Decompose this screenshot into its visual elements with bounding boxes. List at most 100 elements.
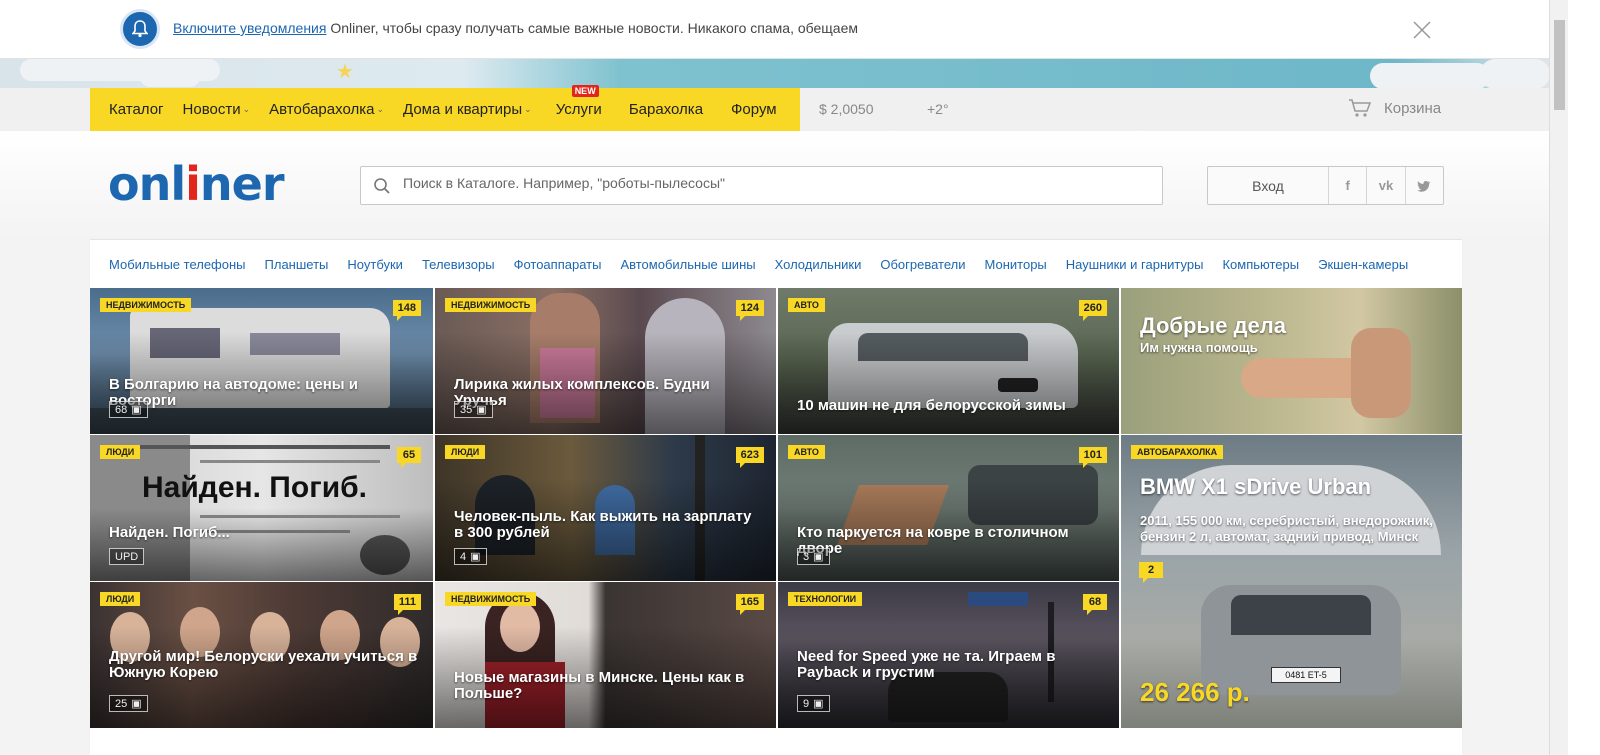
camera-icon: ▣ — [131, 698, 142, 710]
catalog-category-link[interactable]: Мобильные телефоны — [109, 257, 246, 272]
menu-item[interactable]: Дома и квартиры ⌄ — [384, 101, 532, 118]
tile-title[interactable]: Человек-пыль. Как выжить на зарплату в 3… — [454, 509, 762, 541]
news-tile[interactable]: Найден. Погиб. люди 65 Найден. Погиб... … — [90, 435, 433, 581]
news-tile[interactable]: люди 111 Другой мир! Белоруски уехали уч… — [90, 582, 433, 728]
tile-title[interactable]: Другой мир! Белоруски уехали учиться в Ю… — [109, 649, 419, 681]
login-button[interactable]: Вход — [1208, 167, 1329, 204]
page-scrollbar[interactable] — [1549, 0, 1568, 755]
vk-icon[interactable]: vk — [1367, 167, 1406, 204]
catalog-category-link[interactable]: Мониторы — [985, 257, 1047, 272]
cart-icon — [1349, 99, 1372, 117]
camera-icon: ▣ — [813, 551, 824, 563]
menu-item[interactable]: Услуги NEW — [532, 85, 602, 118]
tile-title[interactable]: Кто паркуется на ковре в столичном дворе — [797, 525, 1105, 557]
category-tag[interactable]: недвижимость — [445, 298, 537, 312]
car-price: 26 266 р. — [1140, 677, 1250, 707]
menu-item-label: Дома и квартиры — [403, 101, 523, 118]
promo-banner[interactable]: ★ — [0, 59, 1549, 89]
tile-title[interactable]: Найден. Погиб... — [109, 525, 419, 541]
menu-item[interactable]: Форум — [703, 101, 777, 118]
star-icon: ★ — [336, 61, 354, 83]
currency-rate[interactable]: $ 2,0050 — [819, 101, 874, 117]
comments-count[interactable]: 623 — [735, 447, 764, 468]
logo-text-right: ner — [199, 157, 285, 211]
close-icon[interactable] — [1412, 20, 1432, 40]
category-tag[interactable]: люди — [445, 445, 486, 459]
twitter-icon[interactable] — [1406, 167, 1443, 204]
news-grid: недвижимость 148 В Болгарию на автодоме:… — [90, 288, 1462, 728]
menu-item[interactable]: Барахолка — [602, 101, 703, 118]
chevron-down-icon: ⌄ — [524, 104, 532, 114]
news-tile[interactable]: недвижимость 165 Новые магазины в Минске… — [435, 582, 776, 728]
main-menu: Каталог Новости ⌄ Автобарахолка ⌄ Дома и квар… — [90, 85, 800, 131]
catalog-category-link[interactable]: Ноутбуки — [347, 257, 403, 272]
scrollbar-thumb[interactable] — [1554, 20, 1565, 110]
chevron-down-icon: ⌄ — [242, 104, 251, 114]
comments-count[interactable]: 165 — [735, 594, 764, 615]
category-tag[interactable]: авто — [788, 445, 825, 459]
category-tag[interactable]: люди — [100, 445, 141, 459]
comments-count[interactable]: 148 — [392, 300, 421, 321]
catalog-category-link[interactable]: Телевизоры — [422, 257, 495, 272]
comments-count[interactable]: 111 — [393, 594, 421, 615]
comments-count[interactable]: 68 — [1083, 594, 1107, 615]
search-input[interactable] — [403, 175, 1143, 191]
catalog-categories: Мобильные телефоны Планшеты Ноутбуки Телеви… — [90, 239, 1462, 288]
category-tag[interactable]: автобарахолка — [1131, 445, 1224, 459]
bell-icon — [120, 9, 160, 49]
menu-item[interactable]: Каталог — [90, 101, 164, 118]
photo-count-value: 4 — [460, 550, 467, 563]
menu-item[interactable]: Автобарахолка ⌄ — [250, 101, 384, 118]
catalog-category-link[interactable]: Холодильники — [775, 257, 862, 272]
promo-tile[interactable]: Добрые дела Им нужна помощь — [1121, 288, 1462, 434]
logo-text-red: i — [185, 157, 201, 211]
tile-title[interactable]: Новые магазины в Минске. Цены как в Поль… — [454, 670, 762, 702]
comments-count[interactable]: 101 — [1078, 447, 1107, 468]
photo-count-badge: 2 — [1139, 562, 1163, 583]
search-box[interactable] — [360, 166, 1163, 205]
menu-item-label: Каталог — [109, 101, 164, 118]
news-tile[interactable]: люди 623 Человек-пыль. Как выжить на зар… — [435, 435, 776, 581]
poster-headline: Найден. Погиб. — [142, 471, 367, 504]
tile-title[interactable]: Добрые дела — [1140, 314, 1448, 338]
news-tile[interactable]: авто 260 10 машин не для белорусской зим… — [778, 288, 1119, 434]
onliner-logo[interactable]: onliner — [108, 157, 285, 211]
menu-item-label: Услуги — [555, 101, 602, 118]
category-tag[interactable]: недвижимость — [100, 298, 192, 312]
news-tile[interactable]: технологии 68 Need for Speed уже не та. … — [778, 582, 1119, 728]
tile-title[interactable]: Лирика жилых комплексов. Будни Уручья — [454, 377, 762, 409]
cart-button[interactable]: Корзина — [1348, 98, 1441, 118]
comments-count[interactable]: 65 — [397, 447, 421, 468]
catalog-category-link[interactable]: Автомобильные шины — [620, 257, 755, 272]
category-tag[interactable]: авто — [788, 298, 825, 312]
news-tile[interactable]: недвижимость 124 Лирика жилых комплексов… — [435, 288, 776, 434]
car-ad-tile[interactable]: 0481 ET-5 автобарахолка BMW X1 sDrive Ur… — [1121, 435, 1462, 728]
facebook-icon[interactable]: f — [1329, 167, 1368, 204]
catalog-category-link[interactable]: Экшен-камеры — [1318, 257, 1408, 272]
camera-icon: ▣ — [476, 404, 487, 416]
menu-item[interactable]: Новости ⌄ — [164, 101, 251, 118]
catalog-category-link[interactable]: Планшеты — [265, 257, 329, 272]
catalog-category-link[interactable]: Наушники и гарнитуры — [1066, 257, 1204, 272]
catalog-category-link[interactable]: Компьютеры — [1222, 257, 1299, 272]
catalog-category-link[interactable]: Фотоаппараты — [514, 257, 602, 272]
catalog-category-link[interactable]: Обогреватели — [880, 257, 965, 272]
tile-title[interactable]: 10 машин не для белорусской зимы — [797, 398, 1105, 414]
news-tile[interactable]: авто 101 Кто паркуется на ковре в столич… — [778, 435, 1119, 581]
category-tag[interactable]: технологии — [788, 592, 863, 606]
comments-count[interactable]: 260 — [1078, 300, 1107, 321]
logo-text-left: onl — [108, 157, 186, 211]
photo-count-value: 35 — [460, 403, 473, 416]
tile-title[interactable]: BMW X1 sDrive Urban — [1140, 475, 1448, 499]
enable-notifications-link[interactable]: Включите уведомления — [173, 20, 326, 36]
auth-buttons: Вход f vk — [1207, 166, 1444, 205]
menu-item-label: Автобарахолка — [269, 101, 375, 118]
comments-count[interactable]: 124 — [735, 300, 764, 321]
news-tile[interactable]: недвижимость 148 В Болгарию на автодоме:… — [90, 288, 433, 434]
camera-icon: ▣ — [131, 404, 142, 416]
weather-temperature[interactable]: +2° — [927, 101, 949, 117]
tile-title[interactable]: Need for Speed уже не та. Играем в Payba… — [797, 649, 1105, 681]
tile-title[interactable]: В Болгарию на автодоме: цены и восторги — [109, 377, 419, 409]
category-tag[interactable]: люди — [100, 592, 141, 606]
category-tag[interactable]: недвижимость — [445, 592, 537, 606]
